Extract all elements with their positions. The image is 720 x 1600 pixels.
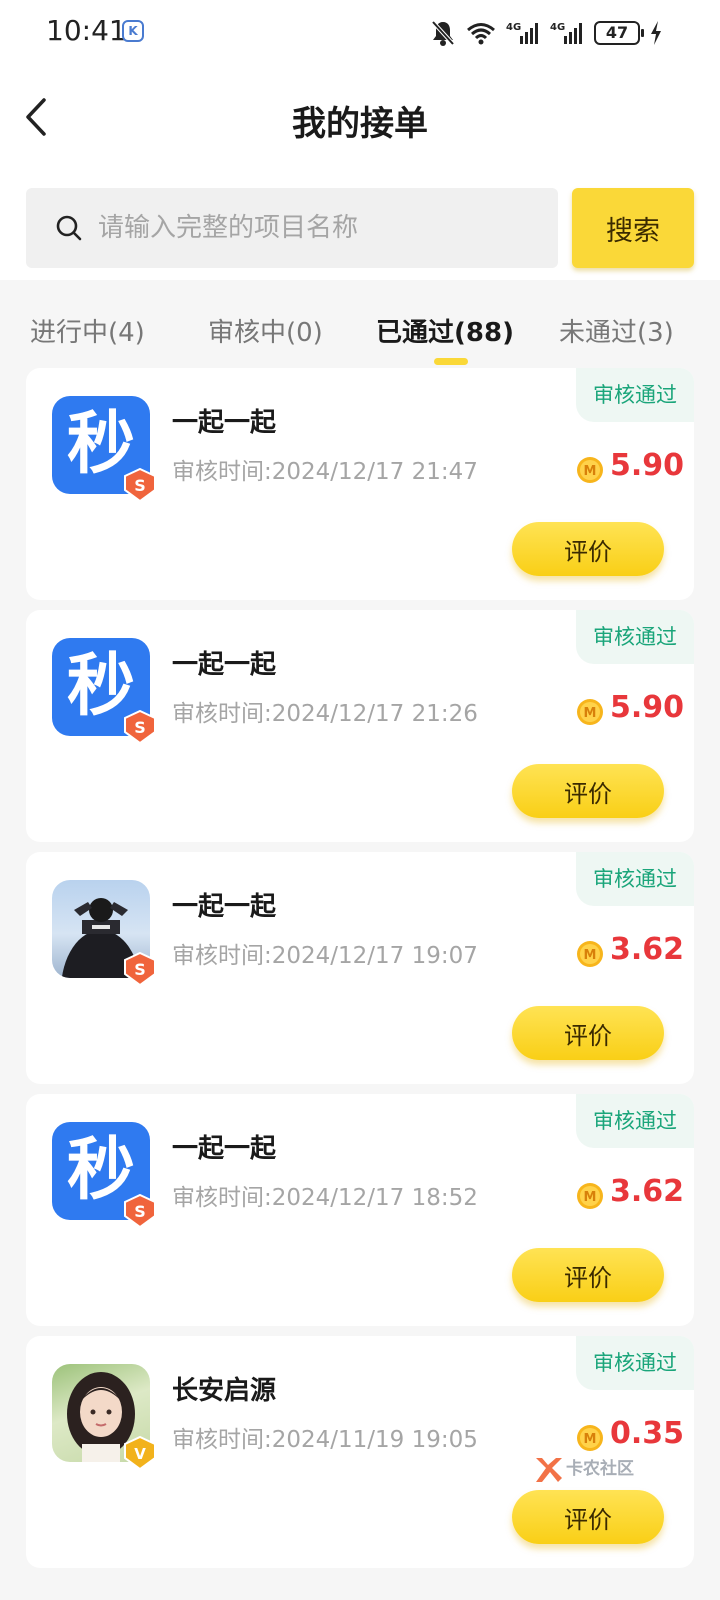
svg-text:S: S bbox=[134, 718, 146, 737]
review-time: 审核时间:2024/12/17 18:52 bbox=[172, 1185, 478, 1211]
order-card[interactable]: 秒 S 一起一起 审核时间:2024/12/17 21:26 审核通过 M 5.… bbox=[26, 610, 694, 842]
coin-icon: M bbox=[577, 457, 603, 483]
page-title: 我的接单 bbox=[292, 104, 428, 144]
svg-text:M: M bbox=[584, 1190, 597, 1205]
tab-rejected[interactable]: 未通过(3) bbox=[559, 312, 674, 349]
signal-4g-icon: 4G bbox=[506, 22, 538, 44]
watermark-logo-icon bbox=[536, 1458, 562, 1482]
coin-icon: M bbox=[577, 699, 603, 725]
search-box[interactable] bbox=[26, 188, 558, 268]
status-badge: 审核通过 bbox=[576, 610, 694, 664]
review-button[interactable]: 评价 bbox=[512, 522, 664, 576]
project-title: 一起一起 bbox=[172, 650, 277, 680]
watermark-text: 卡农社区 bbox=[566, 1459, 634, 1479]
watermark: 卡农社区 bbox=[532, 1452, 662, 1492]
tab-in-progress[interactable]: 进行中(4) bbox=[30, 312, 145, 349]
mute-bell-icon bbox=[431, 20, 455, 46]
status-badge: 审核通过 bbox=[576, 1336, 694, 1390]
review-time: 审核时间:2024/12/17 21:47 bbox=[172, 459, 478, 485]
battery-icon: 47 bbox=[594, 21, 644, 45]
search-button[interactable]: 搜索 bbox=[572, 188, 694, 268]
level-s-badge-icon: S bbox=[124, 710, 156, 744]
project-title: 一起一起 bbox=[172, 1134, 277, 1164]
coin-icon: M bbox=[577, 1425, 603, 1451]
app-notification-icon: K bbox=[122, 20, 144, 42]
level-v-badge-icon: V bbox=[124, 1436, 156, 1470]
coin-icon: M bbox=[577, 1183, 603, 1209]
header: 我的接单 bbox=[0, 64, 720, 174]
order-card[interactable]: S 一起一起 审核时间:2024/12/17 19:07 审核通过 M 3.62… bbox=[26, 852, 694, 1084]
status-badge: 审核通过 bbox=[576, 852, 694, 906]
review-button[interactable]: 评价 bbox=[512, 764, 664, 818]
order-card[interactable]: 秒 S 一起一起 审核时间:2024/12/17 21:47 审核通过 M 5.… bbox=[26, 368, 694, 600]
svg-text:M: M bbox=[584, 464, 597, 479]
project-title: 长安启源 bbox=[172, 1376, 277, 1406]
svg-text:S: S bbox=[134, 960, 146, 979]
svg-text:M: M bbox=[584, 706, 597, 721]
status-badge: 审核通过 bbox=[576, 1094, 694, 1148]
tab-active-indicator bbox=[434, 358, 468, 365]
review-time: 审核时间:2024/12/17 21:26 bbox=[172, 701, 478, 727]
search-icon bbox=[56, 215, 82, 241]
svg-text:M: M bbox=[584, 1432, 597, 1447]
status-icons: 4G 4G 47 bbox=[430, 18, 662, 48]
search-input[interactable] bbox=[98, 188, 538, 268]
reward-amount: 0.35 bbox=[610, 1416, 685, 1451]
coin-icon: M bbox=[577, 941, 603, 967]
status-badge: 审核通过 bbox=[576, 368, 694, 422]
level-s-badge-icon: S bbox=[124, 952, 156, 986]
reward-amount: 5.90 bbox=[610, 690, 685, 725]
review-time: 审核时间:2024/12/17 19:07 bbox=[172, 943, 478, 969]
project-title: 一起一起 bbox=[172, 892, 277, 922]
svg-text:M: M bbox=[584, 948, 597, 963]
wifi-icon bbox=[467, 23, 495, 45]
review-button[interactable]: 评价 bbox=[512, 1490, 664, 1544]
review-button[interactable]: 评价 bbox=[512, 1248, 664, 1302]
reward-amount: 5.90 bbox=[610, 448, 685, 483]
level-s-badge-icon: S bbox=[124, 1194, 156, 1228]
order-card[interactable]: 秒 S 一起一起 审核时间:2024/12/17 18:52 审核通过 M 3.… bbox=[26, 1094, 694, 1326]
reward-amount: 3.62 bbox=[610, 932, 685, 967]
charging-icon bbox=[651, 21, 661, 45]
svg-text:S: S bbox=[134, 476, 146, 495]
svg-text:4G: 4G bbox=[506, 22, 521, 33]
status-bar: 10:41 K 4G 4G 47 bbox=[0, 0, 720, 64]
svg-text:V: V bbox=[134, 1445, 146, 1463]
tab-approved[interactable]: 已通过(88) bbox=[376, 312, 514, 349]
svg-text:4G: 4G bbox=[550, 22, 565, 33]
tab-under-review[interactable]: 审核中(0) bbox=[208, 312, 323, 349]
project-title: 一起一起 bbox=[172, 408, 277, 438]
review-button[interactable]: 评价 bbox=[512, 1006, 664, 1060]
signal-4g-icon-2: 4G bbox=[550, 22, 582, 44]
status-time: 10:41 bbox=[46, 14, 127, 47]
status-tabs: 进行中(4) 审核中(0) 已通过(88) 未通过(3) bbox=[0, 288, 720, 366]
level-s-badge-icon: S bbox=[124, 468, 156, 502]
review-time: 审核时间:2024/11/19 19:05 bbox=[172, 1427, 478, 1453]
svg-text:S: S bbox=[134, 1202, 146, 1221]
search-area: 搜索 bbox=[0, 174, 720, 280]
reward-amount: 3.62 bbox=[610, 1174, 685, 1209]
